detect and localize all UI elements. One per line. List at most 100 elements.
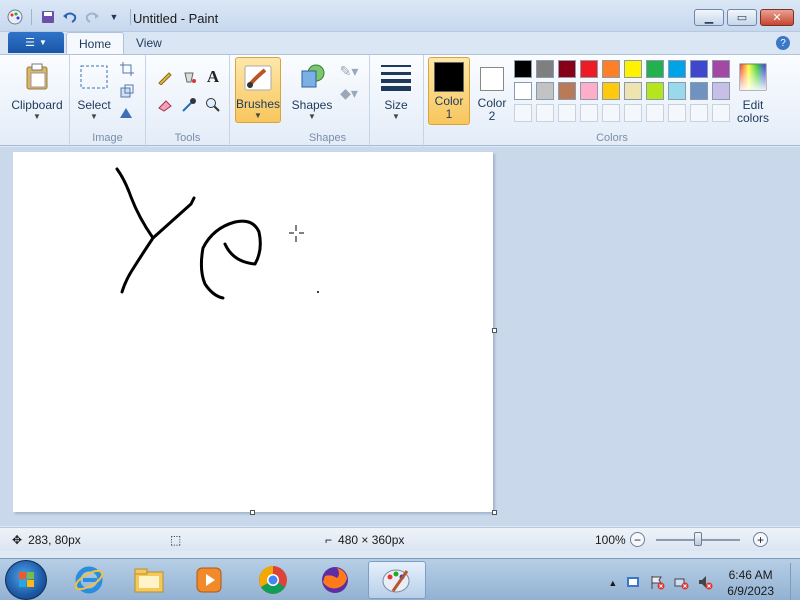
start-button[interactable] xyxy=(5,560,47,600)
pencil-icon[interactable] xyxy=(154,67,176,87)
color-picker-icon[interactable] xyxy=(178,95,200,115)
palette-custom-swatch[interactable] xyxy=(712,104,730,122)
palette-color-swatch[interactable] xyxy=(514,60,532,78)
size-label: Size xyxy=(384,98,408,112)
palette-color-swatch[interactable] xyxy=(646,60,664,78)
resize-handle-right[interactable] xyxy=(492,328,497,333)
cursor-crosshair xyxy=(289,225,304,242)
rotate-icon[interactable] xyxy=(116,103,138,123)
zoom-out-button[interactable]: − xyxy=(630,532,645,547)
palette-custom-swatch[interactable] xyxy=(668,104,686,122)
color-palette xyxy=(512,55,732,135)
palette-custom-swatch[interactable] xyxy=(580,104,598,122)
eraser-icon[interactable] xyxy=(154,95,176,115)
shapes-button[interactable]: Shapes ▼ xyxy=(292,57,332,121)
media-player-icon xyxy=(196,567,222,593)
canvas-dot xyxy=(317,291,319,293)
network-icon[interactable] xyxy=(673,574,689,593)
color1-label: Color 1 xyxy=(434,94,464,121)
resize-handle-bottom[interactable] xyxy=(250,510,255,515)
palette-color-swatch[interactable] xyxy=(558,82,576,100)
maximize-button[interactable]: ▭ xyxy=(727,9,757,26)
taskbar-media-player[interactable] xyxy=(180,561,238,599)
palette-color-swatch[interactable] xyxy=(580,82,598,100)
palette-color-swatch[interactable] xyxy=(712,82,730,100)
palette-color-swatch[interactable] xyxy=(668,82,686,100)
resize-handle-corner[interactable] xyxy=(492,510,497,515)
palette-custom-swatch[interactable] xyxy=(514,104,532,122)
taskbar-file-explorer[interactable] xyxy=(120,561,178,599)
group-brushes: Brushes ▼ xyxy=(230,55,286,147)
palette-custom-swatch[interactable] xyxy=(646,104,664,122)
fill-shape-icon[interactable]: ◆▾ xyxy=(334,83,364,103)
palette-color-swatch[interactable] xyxy=(536,60,554,78)
fill-icon[interactable] xyxy=(178,67,200,87)
taskbar-chrome[interactable] xyxy=(244,561,302,599)
palette-color-swatch[interactable] xyxy=(690,60,708,78)
canvas-drawing xyxy=(115,167,319,300)
palette-custom-swatch[interactable] xyxy=(602,104,620,122)
drawing-canvas[interactable] xyxy=(13,152,493,512)
palette-color-swatch[interactable] xyxy=(602,60,620,78)
line-size-icon xyxy=(381,61,411,93)
edit-colors-button[interactable]: Edit colors xyxy=(730,57,776,125)
edit-colors-label: Edit colors xyxy=(736,98,769,125)
save-icon[interactable] xyxy=(39,8,57,26)
magnifier-icon[interactable] xyxy=(202,95,224,115)
palette-custom-swatch[interactable] xyxy=(536,104,554,122)
palette-color-swatch[interactable] xyxy=(712,60,730,78)
palette-custom-swatch[interactable] xyxy=(558,104,576,122)
paint-menu-button[interactable]: ☰ ▼ xyxy=(8,32,64,53)
palette-color-swatch[interactable] xyxy=(536,82,554,100)
undo-icon[interactable] xyxy=(61,8,79,26)
palette-color-swatch[interactable] xyxy=(580,60,598,78)
tray-expand-icon[interactable]: ▲ xyxy=(608,578,617,588)
show-desktop-button[interactable] xyxy=(790,563,800,600)
status-bar: ✥ 283, 80px ⬚ ⌐ 480 × 360px 100% − + xyxy=(0,527,800,551)
tray-flag-icon[interactable] xyxy=(649,574,665,593)
outline-icon[interactable]: ✎▾ xyxy=(334,61,364,81)
palette-color-swatch[interactable] xyxy=(646,82,664,100)
customize-dropdown-icon[interactable]: ▼ xyxy=(105,8,123,26)
palette-custom-swatch[interactable] xyxy=(624,104,642,122)
minimize-button[interactable]: ▁ xyxy=(694,9,724,26)
paint-app-icon[interactable] xyxy=(6,8,24,26)
zoom-in-button[interactable]: + xyxy=(753,532,768,547)
palette-color-swatch[interactable] xyxy=(514,82,532,100)
select-button[interactable]: Select ▼ xyxy=(74,57,114,121)
redo-icon[interactable] xyxy=(83,8,101,26)
close-button[interactable]: ✕ xyxy=(760,9,794,26)
crop-icon[interactable] xyxy=(116,59,138,79)
tab-view[interactable]: View xyxy=(124,32,174,54)
palette-color-swatch[interactable] xyxy=(558,60,576,78)
group-clipboard: Clipboard ▼ xyxy=(0,55,70,147)
volume-icon[interactable] xyxy=(697,574,713,593)
edit-colors-icon xyxy=(738,61,768,93)
taskbar: ▲ 6:46 AM 6/9/2023 xyxy=(0,558,800,600)
help-icon[interactable]: ? xyxy=(776,36,790,50)
tray-action-center-icon[interactable] xyxy=(625,574,641,593)
brushes-button[interactable]: Brushes ▼ xyxy=(235,57,281,123)
resize-icon[interactable] xyxy=(116,81,138,101)
clock-time: 6:46 AM xyxy=(728,568,773,582)
palette-color-swatch[interactable] xyxy=(624,60,642,78)
cursor-position-icon: ✥ xyxy=(12,533,23,547)
size-button[interactable]: Size ▼ xyxy=(376,57,416,121)
clipboard-button[interactable]: Clipboard ▼ xyxy=(11,57,63,121)
taskbar-firefox[interactable] xyxy=(306,561,364,599)
palette-color-swatch[interactable] xyxy=(668,60,686,78)
taskbar-internet-explorer[interactable] xyxy=(60,561,118,599)
palette-color-swatch[interactable] xyxy=(602,82,620,100)
palette-color-swatch[interactable] xyxy=(624,82,642,100)
color2-button[interactable]: Color 2 xyxy=(472,57,512,123)
clock[interactable]: 6:46 AM 6/9/2023 xyxy=(727,567,774,599)
brushes-label: Brushes xyxy=(235,97,281,111)
brush-icon xyxy=(243,62,273,94)
tab-home[interactable]: Home xyxy=(66,32,125,54)
palette-custom-swatch[interactable] xyxy=(690,104,708,122)
text-tool-icon[interactable]: A xyxy=(202,67,224,87)
zoom-slider-thumb[interactable] xyxy=(694,532,702,546)
palette-color-swatch[interactable] xyxy=(690,82,708,100)
taskbar-paint[interactable] xyxy=(368,561,426,599)
color1-button[interactable]: Color 1 xyxy=(428,57,470,125)
